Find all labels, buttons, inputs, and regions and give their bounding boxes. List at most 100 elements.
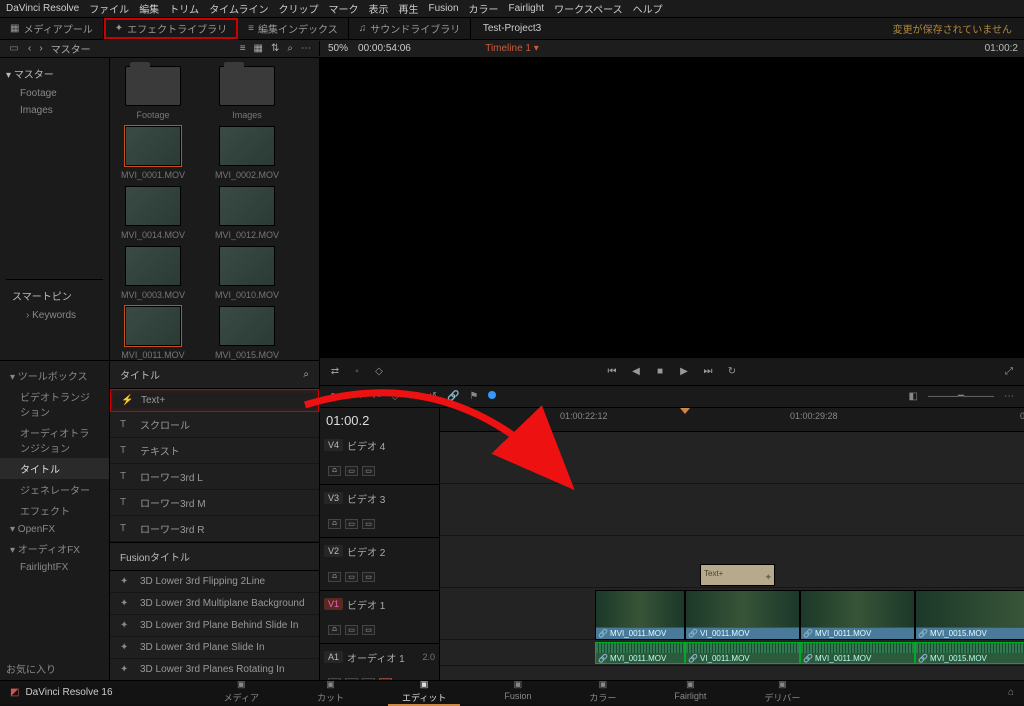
zoom-slider[interactable]: ———━——— (928, 391, 994, 402)
arrow-tool[interactable]: ↖ (330, 391, 338, 402)
track-lane[interactable] (440, 666, 1024, 680)
track-lock-button[interactable]: ⩍ (328, 466, 341, 476)
grid-view-icon[interactable]: ▦ (254, 43, 263, 54)
page-tab[interactable]: ▣デリバー (750, 679, 814, 706)
sort-icon[interactable]: ⇅ (271, 43, 279, 54)
menu-item[interactable]: Fusion (429, 3, 459, 14)
bin-images[interactable]: Images (6, 102, 103, 119)
chevron-left-icon[interactable]: ‹ (28, 43, 31, 54)
full-screen-icon[interactable]: ⤢ (1002, 366, 1016, 377)
menu-item[interactable]: カラー (469, 1, 499, 16)
playhead-icon[interactable] (680, 408, 690, 414)
fx-item[interactable]: ⚡Text+ (110, 389, 319, 412)
chevron-right-icon[interactable]: › (39, 43, 42, 54)
timeline-viewer[interactable] (320, 58, 1024, 358)
video-clip[interactable]: 🔗MVI_0011.MOV (595, 590, 685, 640)
mark-icon[interactable]: ◦ (350, 366, 364, 377)
title-clip[interactable]: Text+ ✦ (700, 564, 775, 586)
blade-tool[interactable]: ✂ (373, 391, 381, 402)
track-lane[interactable]: Text+ ✦ (440, 536, 1024, 588)
track-lane[interactable] (440, 432, 1024, 484)
track-visible-button[interactable]: ▭ (362, 466, 375, 476)
page-tab[interactable]: ▣Fairlight (660, 679, 720, 706)
track-lane[interactable]: 🔗MVI_0011.MOV 🔗VI_0011.MOV 🔗MVI_0011.MOV… (440, 588, 1024, 640)
replace-tool[interactable]: ↺ (429, 391, 437, 402)
insert-tool[interactable]: ⎆ (391, 391, 399, 402)
match-frame-icon[interactable]: ◇ (372, 366, 386, 377)
track-visible-button[interactable]: ▭ (362, 625, 375, 635)
marker-tool[interactable] (488, 391, 496, 402)
track-mute-button[interactable]: M (379, 678, 392, 680)
menu-item[interactable]: マーク (329, 1, 359, 16)
page-tab[interactable]: ▣Fusion (490, 679, 545, 706)
fx-category[interactable]: ▾ オーディオFX (0, 538, 109, 559)
list-view-icon[interactable]: ≡ (240, 43, 246, 54)
tab-effects-library[interactable]: ✦エフェクトライブラリ (104, 18, 238, 39)
track-lane[interactable] (440, 484, 1024, 536)
track-header[interactable]: V4 ビデオ 4 (320, 432, 439, 458)
track-tag[interactable]: V1 (324, 598, 343, 610)
play-button[interactable]: ▶ (677, 366, 691, 377)
smart-bin-keywords[interactable]: › Keywords (12, 307, 97, 324)
overwrite-tool[interactable]: ▭ (409, 391, 418, 402)
menu-item[interactable]: 表示 (369, 1, 389, 16)
smart-bins-header[interactable]: スマートピン (12, 288, 97, 303)
fx-category[interactable]: オーディオトランジション (0, 422, 109, 458)
fusion-title-item[interactable]: ✦3D Lower 3rd Flipping 2Line (110, 571, 319, 593)
home-button[interactable]: ⌂ (1008, 687, 1014, 698)
link-tool[interactable]: 🔗 (447, 391, 459, 402)
track-header[interactable]: V3 ビデオ 3 (320, 485, 439, 511)
track-enable-button[interactable]: ▭ (345, 466, 358, 476)
more-icon[interactable]: ⋯ (301, 43, 311, 54)
track-visible-button[interactable]: ▭ (362, 519, 375, 529)
menu-item[interactable]: 再生 (399, 1, 419, 16)
breadcrumb-root[interactable]: マスター (51, 41, 91, 56)
menu-item[interactable]: DaVinci Resolve (6, 3, 79, 14)
track-tag[interactable]: A1 (324, 651, 343, 663)
first-frame-button[interactable]: ⏮ (605, 366, 619, 377)
fusion-title-item[interactable]: ✦3D Lower 3rd Plane Slide In (110, 637, 319, 659)
video-clip[interactable]: 🔗VI_0011.MOV (685, 590, 800, 640)
audio-clip[interactable]: 🔗VI_0011.MOV (685, 642, 800, 664)
prev-frame-button[interactable]: ◀ (629, 366, 643, 377)
menu-item[interactable]: ワークスペース (554, 1, 623, 16)
menu-item[interactable]: トリム (169, 1, 199, 16)
tab-sound-library[interactable]: ♫サウンドライブラリ (349, 18, 472, 39)
next-frame-button[interactable]: ⏭ (701, 366, 715, 377)
panel-toggle-icon[interactable]: ▭ (8, 43, 20, 55)
track-lock-button[interactable]: ⩍ (328, 572, 341, 582)
clip-item[interactable]: MVI_0014.MOV (118, 186, 188, 240)
fx-item[interactable]: Tローワー3rd L (110, 464, 319, 490)
page-tab[interactable]: ▣メディア (210, 679, 273, 706)
track-tag[interactable]: V3 (324, 492, 343, 504)
video-clip[interactable]: 🔗MVI_0011.MOV (800, 590, 915, 640)
clip-item[interactable]: MVI_0015.MOV (212, 306, 282, 360)
fx-category[interactable]: FairlightFX (0, 559, 109, 576)
menu-item[interactable]: Fairlight (509, 3, 545, 14)
audio-clip[interactable]: 🔗MVI_0015.MOV (915, 642, 1024, 664)
track-enable-button[interactable]: ▭ (345, 678, 358, 680)
page-tab[interactable]: ▣カット (303, 679, 358, 706)
menu-item[interactable]: タイムライン (209, 1, 268, 16)
fx-item[interactable]: Tスクロール (110, 412, 319, 438)
fx-item[interactable]: Tローワー3rd R (110, 516, 319, 542)
in-out-icon[interactable]: ⇄ (328, 366, 342, 377)
fusion-title-item[interactable]: ✦3D Lower 3rd Planes Rotating In (110, 659, 319, 680)
flag-tool[interactable]: ⚑ (469, 391, 478, 402)
timeline-name[interactable]: Timeline 1 ▾ (485, 43, 539, 54)
snap-toggle[interactable]: ◧ (909, 391, 918, 402)
menu-item[interactable]: ファイル (89, 1, 129, 16)
fx-category[interactable]: タイトル (0, 458, 109, 479)
timeline[interactable]: 01:00.2 V4 ビデオ 4 ⩍ ▭ ▭ V3 ビデオ 3 ⩍ ▭ ▭ V2… (320, 408, 1024, 680)
time-ruler[interactable]: 01:00:22:1201:00:29:2801:00:44:24 (440, 408, 1024, 432)
track-tag[interactable]: V2 (324, 545, 343, 557)
track-tag[interactable]: V4 (324, 439, 343, 451)
track-body[interactable]: 01:00:22:1201:00:29:2801:00:44:24 Text+ … (440, 408, 1024, 680)
track-header[interactable]: V2 ビデオ 2 (320, 538, 439, 564)
favorites-header[interactable]: お気に入り (6, 661, 56, 676)
search-icon[interactable]: ⌕ (303, 369, 309, 380)
fx-category[interactable]: ビデオトランジション (0, 386, 109, 422)
bin-footage[interactable]: Footage (6, 85, 103, 102)
clip-item[interactable]: MVI_0012.MOV (212, 186, 282, 240)
fx-category[interactable]: ▾ ツールボックス (0, 365, 109, 386)
